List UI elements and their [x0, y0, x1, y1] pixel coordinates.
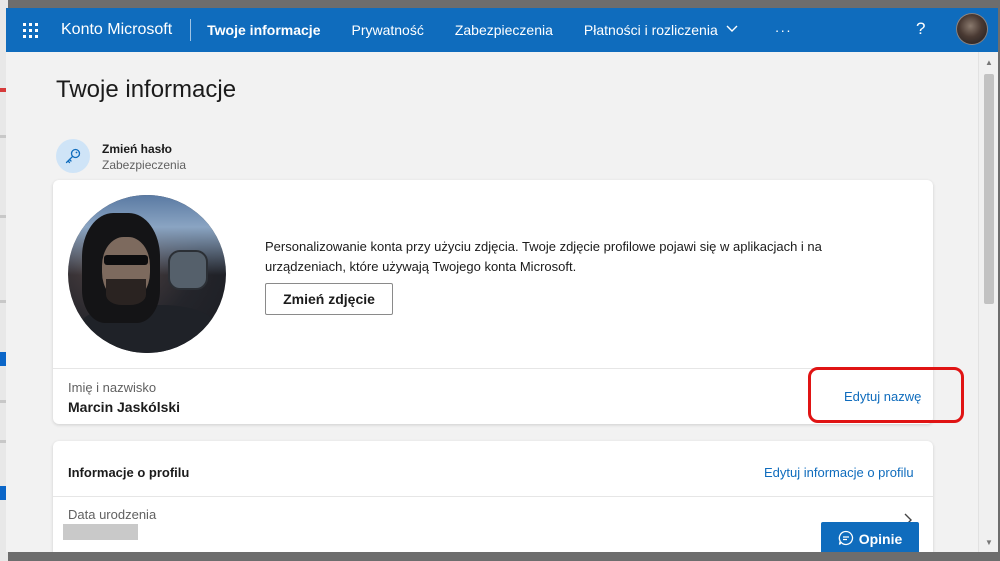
profile-photo-card: Personalizowanie konta przy użyciu zdjęc…: [53, 180, 933, 424]
red-highlight-annotation: [808, 367, 964, 423]
chat-bubble-icon: [838, 530, 854, 549]
scroll-up-arrow-icon[interactable]: ▲: [979, 54, 998, 70]
page-title: Twoje informacje: [56, 76, 237, 103]
card-divider: [53, 368, 933, 369]
photo-description: Personalizowanie konta przy użyciu zdjęc…: [265, 239, 822, 274]
edit-profile-info-link[interactable]: Edytuj informacje o profilu: [764, 465, 914, 480]
account-avatar[interactable]: [956, 13, 988, 45]
vertical-scrollbar[interactable]: ▲ ▼: [978, 52, 998, 552]
nav-item-your-info[interactable]: Twoje informacje: [207, 8, 320, 52]
birthdate-redacted: [63, 524, 138, 540]
feedback-button[interactable]: Opinie: [821, 522, 919, 552]
help-button[interactable]: ?: [916, 19, 925, 39]
browser-window: Konto Microsoft Twoje informacje Prywatn…: [6, 8, 998, 552]
top-navigation-bar: Konto Microsoft Twoje informacje Prywatn…: [6, 8, 998, 52]
waffle-icon: [22, 22, 38, 38]
nav-item-payments-label: Płatności i rozliczenia: [583, 22, 718, 38]
birthdate-label[interactable]: Data urodzenia: [68, 507, 156, 522]
nav-item-privacy[interactable]: Prywatność: [351, 8, 423, 52]
name-value: Marcin Jaskólski: [68, 399, 181, 415]
more-nav-button[interactable]: ···: [775, 8, 792, 52]
change-photo-button[interactable]: Zmień zdjęcie: [265, 283, 393, 315]
feedback-label: Opinie: [858, 531, 903, 547]
key-icon[interactable]: [56, 139, 90, 173]
nav-item-security[interactable]: Zabezpieczenia: [455, 8, 553, 52]
brand-title[interactable]: Konto Microsoft: [61, 19, 192, 41]
change-password-subtitle: Zabezpieczenia: [102, 158, 187, 172]
card-divider: [53, 496, 933, 497]
profile-info-title: Informacje o profilu: [68, 465, 190, 480]
chevron-down-icon: [726, 24, 738, 36]
profile-info-card: Informacje o profilu Edytuj informacje o…: [53, 441, 933, 552]
change-password-link[interactable]: Zmień hasło: [102, 142, 172, 156]
scroll-down-arrow-icon[interactable]: ▼: [979, 534, 998, 550]
scrollbar-thumb[interactable]: [984, 74, 994, 304]
main-nav: Twoje informacje Prywatność Zabezpieczen…: [207, 8, 823, 52]
nav-item-payments[interactable]: Płatności i rozliczenia: [584, 8, 738, 52]
app-launcher-button[interactable]: [8, 8, 52, 52]
name-label: Imię i nazwisko: [68, 380, 157, 395]
profile-photo: [68, 195, 226, 353]
